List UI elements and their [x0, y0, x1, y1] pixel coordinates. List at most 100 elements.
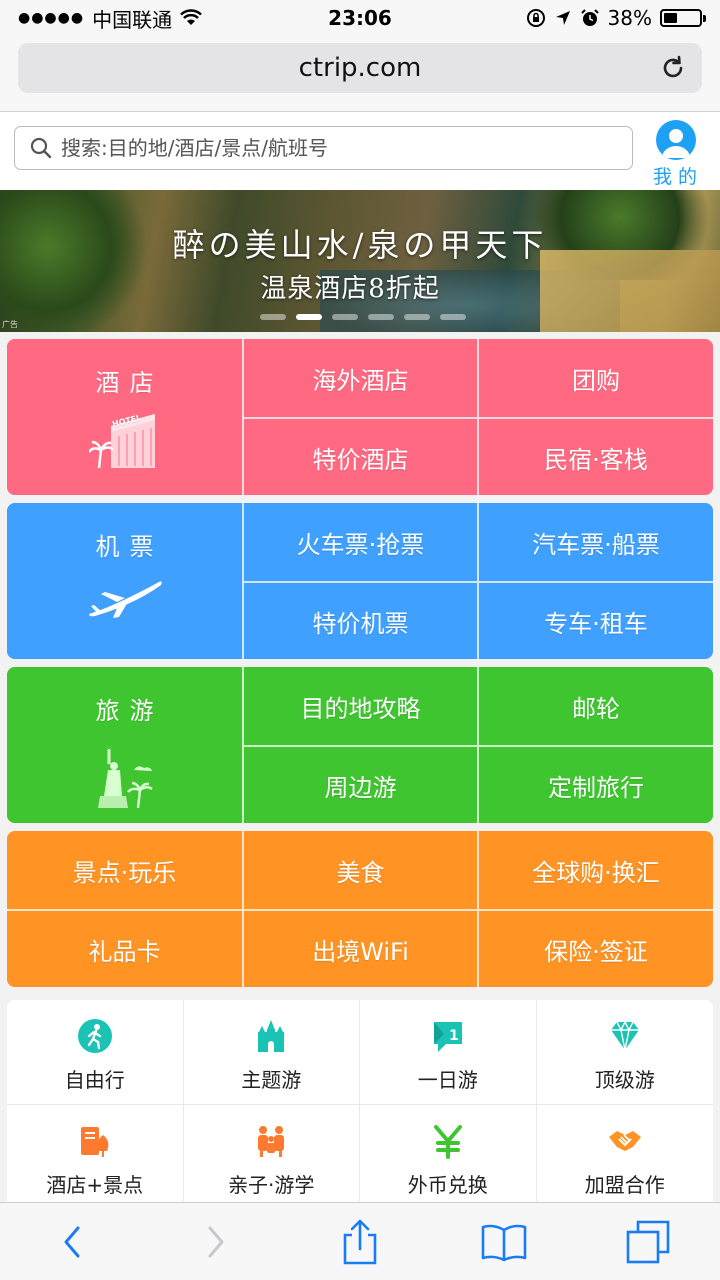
flight-label: 机票 [95, 533, 164, 561]
carousel-dot[interactable] [440, 314, 466, 320]
service-label: 酒店+景点 [46, 1173, 144, 1197]
service-label: 一日游 [417, 1068, 478, 1092]
theme-tour-button[interactable]: 主题游 [183, 1000, 360, 1105]
chevron-right-icon [208, 1226, 224, 1257]
forward-button[interactable] [186, 1212, 246, 1272]
svg-text:1: 1 [449, 1028, 459, 1044]
yen-icon [428, 1121, 468, 1161]
destination-guide-button[interactable]: 目的地攻略 [242, 667, 477, 745]
handshake-icon [605, 1121, 645, 1161]
bus-ferry-ticket-button[interactable]: 汽车票·船票 [477, 503, 713, 581]
banner-title: 醉の美山水/泉の甲天下 [172, 226, 548, 264]
battery-icon [660, 9, 706, 27]
free-travel-button[interactable]: 自由行 [7, 1000, 184, 1105]
franchise-cooperation-button[interactable]: 加盟合作 [536, 1105, 713, 1204]
carousel-dots[interactable] [260, 314, 466, 320]
service-label: 自由行 [64, 1068, 125, 1092]
status-bar: ●●●●● 中国联通 23:06 38% [0, 0, 720, 36]
airplane-icon [88, 581, 162, 618]
location-arrow-icon [555, 11, 570, 25]
battery-fill [664, 13, 677, 23]
day-tour-button[interactable]: 1 一日游 [360, 1000, 537, 1105]
discount-hotel-button[interactable]: 特价酒店 [242, 417, 477, 495]
ad-tag: 广告 [2, 320, 18, 329]
my-account-label: 我的 [652, 166, 703, 188]
tabs-icon [626, 1220, 670, 1263]
hotel-button[interactable]: 酒店 HOTEL [7, 339, 242, 495]
currency-exchange-button[interactable]: 外币兑换 [360, 1105, 537, 1204]
battery-percent: 38% [607, 6, 652, 30]
more-services-section: 景点·玩乐 美食 全球购·换汇 礼品卡 出境WiFi 保险·签证 [7, 831, 713, 987]
service-icon-grid: 自由行 主题游 1 一日游 顶级游 酒店+景点 亲子·游学 外币兑换 加盟合作 [7, 1000, 713, 1204]
travel-button[interactable]: 旅游 [7, 667, 242, 823]
flight-section: 机票 火车票·抢票 汽车票·船票 特价机票 专车·租车 [7, 503, 713, 659]
search-input[interactable] [61, 136, 581, 160]
my-account-button[interactable]: 我的 [646, 120, 706, 189]
share-button[interactable] [330, 1212, 390, 1272]
luxury-tour-button[interactable]: 顶级游 [536, 1000, 713, 1105]
cruise-button[interactable]: 邮轮 [477, 667, 713, 745]
flight-button[interactable]: 机票 [7, 503, 242, 659]
group-buy-button[interactable]: 团购 [477, 339, 713, 417]
browser-toolbar [0, 1202, 720, 1280]
carousel-dot[interactable] [332, 314, 358, 320]
search-box[interactable] [14, 126, 633, 170]
discount-flight-button[interactable]: 特价机票 [242, 581, 477, 659]
outbound-wifi-button[interactable]: 出境WiFi [242, 909, 477, 987]
train-ticket-button[interactable]: 火车票·抢票 [242, 503, 477, 581]
travel-label: 旅游 [95, 697, 164, 725]
browser-header: ctrip.com [0, 36, 720, 112]
signal-dots-icon: ●●●●● [18, 10, 85, 26]
custom-travel-button[interactable]: 定制旅行 [477, 745, 713, 823]
bookmarks-button[interactable] [474, 1212, 534, 1272]
rotation-lock-icon [526, 9, 545, 27]
hotel-label: 酒店 [95, 369, 164, 397]
attractions-button[interactable]: 景点·玩乐 [7, 831, 242, 909]
carousel-dot[interactable] [368, 314, 394, 320]
carousel-dot[interactable] [404, 314, 430, 320]
book-icon [481, 1224, 527, 1261]
diamond-icon [605, 1016, 645, 1056]
status-left: ●●●●● 中国联通 [18, 4, 202, 33]
wifi-icon [180, 9, 202, 25]
status-right: 38% [526, 6, 706, 30]
nearby-tour-button[interactable]: 周边游 [242, 745, 477, 823]
car-rental-button[interactable]: 专车·租车 [477, 581, 713, 659]
travel-section: 旅游 目的地攻略 邮轮 周边游 定制旅行 [7, 667, 713, 823]
search-row: 我的 [0, 112, 720, 190]
castle-icon [251, 1016, 291, 1056]
flag-one-icon: 1 [428, 1016, 468, 1056]
alarm-icon [580, 9, 599, 26]
user-avatar-icon [656, 120, 696, 160]
global-shopping-button[interactable]: 全球购·换汇 [477, 831, 713, 909]
chevron-left-icon [64, 1226, 80, 1257]
carousel-dot[interactable] [260, 314, 286, 320]
statue-of-liberty-icon [97, 742, 153, 809]
promo-banner[interactable]: 醉の美山水/泉の甲天下 温泉酒店8折起 广告 [0, 190, 720, 332]
back-button[interactable] [42, 1212, 102, 1272]
service-label: 顶级游 [594, 1068, 655, 1092]
share-icon [343, 1219, 377, 1264]
hotel-section: 酒店 HOTEL 海外酒店 团购 特价酒店 民宿·客栈 [7, 339, 713, 495]
url-text: ctrip.com [298, 53, 422, 83]
homestay-inn-button[interactable]: 民宿·客栈 [477, 417, 713, 495]
service-label: 主题游 [241, 1068, 302, 1092]
service-label: 外币兑换 [407, 1173, 488, 1197]
carrier-name: 中国联通 [92, 7, 173, 32]
search-icon [30, 137, 52, 159]
carousel-dot[interactable] [296, 314, 322, 320]
reload-icon[interactable] [658, 53, 688, 83]
address-bar[interactable]: ctrip.com [18, 43, 702, 93]
family-study-button[interactable]: 亲子·游学 [183, 1105, 360, 1204]
food-button[interactable]: 美食 [242, 831, 477, 909]
gift-card-button[interactable]: 礼品卡 [7, 909, 242, 987]
service-label: 加盟合作 [584, 1173, 665, 1197]
tabs-button[interactable] [618, 1212, 678, 1272]
service-label: 亲子·游学 [228, 1173, 315, 1197]
banner-subtitle: 温泉酒店8折起 [260, 274, 440, 304]
insurance-visa-button[interactable]: 保险·签证 [477, 909, 713, 987]
hotel-plus-sight-button[interactable]: 酒店+景点 [7, 1105, 184, 1204]
walker-icon [75, 1016, 115, 1056]
overseas-hotel-button[interactable]: 海外酒店 [242, 339, 477, 417]
hotel-sight-icon [75, 1121, 115, 1161]
